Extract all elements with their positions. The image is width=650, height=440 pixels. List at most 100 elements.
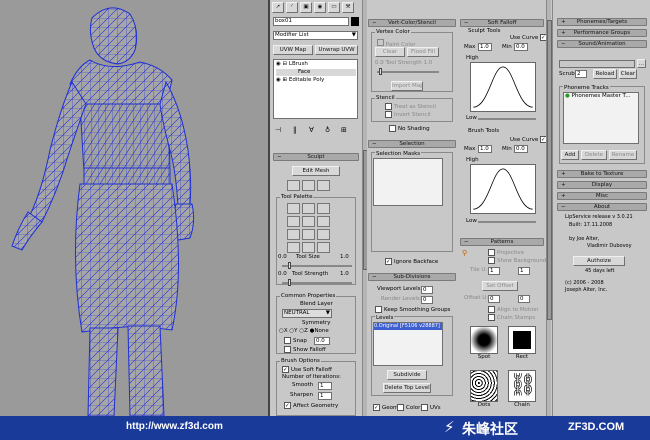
tool-smooth-icon[interactable]	[317, 180, 330, 191]
selection-rollout-header[interactable]: − Selection	[368, 140, 456, 148]
blend-layer-dropdown[interactable]: NEUTRAL ▼	[282, 309, 332, 318]
snap-spinner[interactable]: 0.0	[314, 337, 330, 345]
tool-pull-icon[interactable]	[287, 180, 300, 191]
about-header[interactable]: − About	[557, 203, 647, 211]
tool-5-icon[interactable]	[302, 216, 315, 227]
use-curve-checkbox[interactable]: Use Curve ✓	[510, 34, 549, 42]
bake-to-texture-header[interactable]: + Bake to Texture	[557, 170, 647, 178]
brush-use-curve-checkbox[interactable]: Use Curve ✓	[510, 136, 549, 144]
configure-icon[interactable]: ⊞	[341, 126, 347, 134]
offset-v-spinner[interactable]: 0	[518, 295, 530, 303]
tool-4-icon[interactable]	[287, 216, 300, 227]
browse-sound-button[interactable]: ...	[637, 59, 646, 68]
edit-mesh-button[interactable]: Edit Mesh	[292, 166, 340, 176]
tool-2-icon[interactable]	[302, 203, 315, 214]
tool-10-icon[interactable]	[287, 242, 300, 253]
add-track-button[interactable]: Add	[561, 150, 579, 160]
vertcolor-rollout-header[interactable]: − Vert-Color/Stencil	[368, 19, 456, 27]
make-unique-icon[interactable]: ∀	[309, 126, 314, 134]
sculpt-falloff-curve[interactable]	[470, 62, 536, 112]
treat-as-stencil-checkbox[interactable]: Treat as Stencil	[385, 103, 436, 111]
chain-stamps-checkbox[interactable]: Chain Stamps	[488, 314, 535, 322]
import-map-button[interactable]: Import Map	[391, 81, 423, 91]
falloff-scrollbar[interactable]	[546, 0, 552, 416]
keep-smoothing-checkbox[interactable]: Keep Smoothing Groups	[375, 306, 450, 314]
phonemes-targets-header[interactable]: + Phonemes/Targets	[557, 18, 647, 26]
projective-checkbox[interactable]: Projective	[488, 249, 524, 257]
level-item[interactable]: 0.Original [F5106 v28887]	[374, 323, 442, 330]
reload-button[interactable]: Reload	[593, 69, 617, 79]
show-falloff-checkbox[interactable]: Show Falloff	[284, 346, 326, 354]
offset-u-spinner[interactable]: 0	[488, 295, 500, 303]
delete-track-button[interactable]: Delete	[581, 150, 607, 160]
sound-file-field[interactable]	[559, 60, 635, 68]
tool-1-icon[interactable]	[287, 203, 300, 214]
rename-track-button[interactable]: Rename	[609, 150, 637, 160]
geom-checkbox[interactable]: ✓ Geom	[373, 404, 398, 412]
misc-header[interactable]: + Misc	[557, 192, 647, 200]
brush-min-spinner[interactable]: 0.0	[514, 145, 528, 153]
pin-stack-icon[interactable]: ⊣	[275, 126, 281, 134]
brush-falloff-slider[interactable]	[478, 221, 536, 223]
object-color-swatch[interactable]	[351, 17, 359, 26]
stamp-chain[interactable]: ⛓ Chain	[508, 370, 537, 410]
unwrap-uvw-button[interactable]: Unwrap UVW	[315, 45, 358, 55]
tool-size-slider[interactable]	[282, 265, 352, 267]
max-spinner[interactable]: 1.0	[478, 43, 492, 51]
color-checkbox[interactable]: Color	[397, 404, 420, 412]
tool-3-icon[interactable]	[317, 203, 330, 214]
viewport-levels-spinner[interactable]: 0	[421, 286, 433, 294]
subdivide-button[interactable]: Subdivide	[387, 370, 427, 380]
tool-strength-knob[interactable]	[288, 279, 291, 286]
align-to-motion-checkbox[interactable]: Align to Motion	[488, 306, 538, 314]
selection-masks-list[interactable]	[373, 158, 443, 206]
stack-item-lbrush[interactable]: ◉ ⊟ LBrush	[276, 61, 308, 68]
bend-icon[interactable]: ◜	[286, 2, 298, 13]
smooth-spinner[interactable]: 1	[318, 382, 332, 390]
tool-11-icon[interactable]	[302, 242, 315, 253]
brush-falloff-curve[interactable]	[470, 164, 536, 214]
symmetry-radios[interactable]: ○X ○Y ○Z ●None	[279, 328, 329, 335]
snap-checkbox[interactable]: Snap	[284, 337, 307, 345]
tool-8-icon[interactable]	[302, 229, 315, 240]
clear-button[interactable]: Clear	[375, 47, 405, 57]
performance-groups-header[interactable]: + Performance Groups	[557, 29, 647, 37]
display-icon[interactable]: ▭	[328, 2, 340, 13]
phoneme-track-item[interactable]: ● Phonemes Master T...	[564, 93, 638, 100]
tile-u-spinner[interactable]: 1	[488, 267, 500, 275]
no-shading-checkbox[interactable]: No Shading	[389, 125, 430, 133]
stamp-spot[interactable]: Spot	[470, 326, 498, 362]
show-end-icon[interactable]: ‖	[293, 126, 297, 134]
show-background-checkbox[interactable]: Show Background	[488, 257, 546, 265]
use-soft-falloff-checkbox[interactable]: ✓ Use Soft Falloff	[282, 366, 332, 374]
tool-7-icon[interactable]	[287, 229, 300, 240]
scrub-spinner[interactable]: 2	[575, 70, 587, 78]
sculpt-falloff-slider[interactable]	[478, 118, 536, 120]
stamp-dots[interactable]: Dots	[470, 370, 498, 410]
display-header[interactable]: + Display	[557, 181, 647, 189]
tool-12-icon[interactable]	[317, 242, 330, 253]
tool-9-icon[interactable]	[317, 229, 330, 240]
sculpt-rollout-header[interactable]: − Sculpt	[273, 153, 359, 161]
levels-list[interactable]: 0.Original [F5106 v28887]	[373, 322, 443, 366]
clear-sound-button[interactable]: Clear	[619, 69, 637, 79]
brush-max-spinner[interactable]: 1.0	[478, 145, 492, 153]
vc-strength-knob[interactable]	[379, 68, 382, 75]
invert-stencil-checkbox[interactable]: Invert Stencil	[385, 111, 431, 119]
modifier-list-dropdown[interactable]: Modifier List ▼	[273, 31, 358, 40]
authorize-button[interactable]: Authoize	[573, 256, 625, 266]
flood-fill-button[interactable]: Flood Fill	[407, 47, 439, 57]
vc-strength-slider[interactable]	[377, 71, 439, 73]
tool-size-knob[interactable]	[288, 262, 291, 269]
render-levels-spinner[interactable]: 0	[421, 296, 433, 304]
banner-url[interactable]: http://www.zf3d.com	[126, 421, 223, 432]
object-name-field[interactable]: box01	[273, 17, 349, 26]
utilities-icon[interactable]: ⚒	[342, 2, 354, 13]
tool-6-icon[interactable]	[317, 216, 330, 227]
set-offset-button[interactable]: Set Offset	[482, 281, 518, 291]
tool-draw-icon[interactable]	[302, 180, 315, 191]
stamp-rect[interactable]: Rect	[508, 326, 536, 362]
uvs-checkbox[interactable]: UVs	[421, 404, 441, 412]
pointer-icon[interactable]: ➚	[272, 2, 284, 13]
paint-color-swatch[interactable]	[377, 39, 384, 46]
